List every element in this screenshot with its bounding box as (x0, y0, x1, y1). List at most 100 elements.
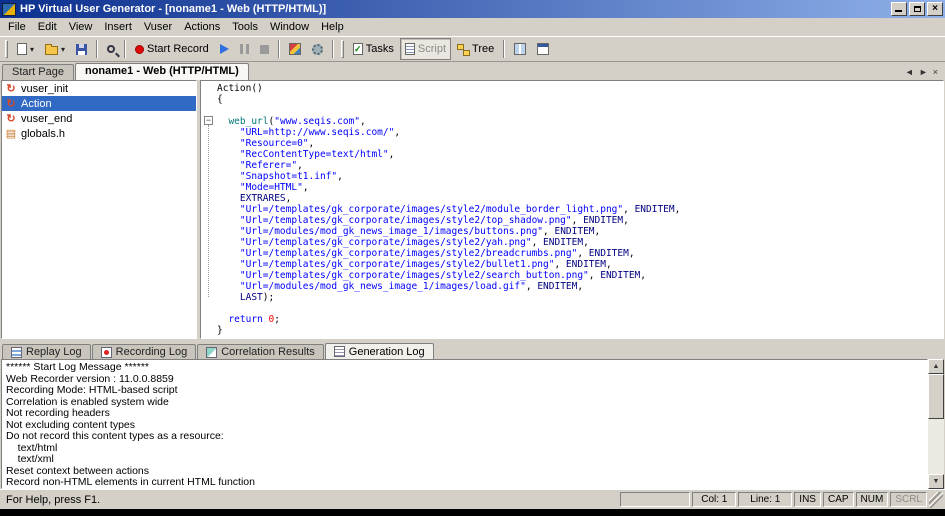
tab-start-page[interactable]: Start Page (2, 64, 74, 80)
code-line: "Url=/modules/mod_gk_news_image_1/images… (217, 281, 943, 292)
layout-icon (537, 43, 549, 55)
code-token: "Url=/templates/gk_corporate/images/styl… (240, 259, 555, 270)
window-layout-button[interactable] (532, 38, 554, 60)
sidebar-item-vuser-init[interactable]: vuser_init (2, 81, 196, 96)
fold-toggle[interactable]: − (204, 116, 213, 125)
save-button[interactable] (71, 38, 92, 60)
menu-insert[interactable]: Insert (98, 19, 138, 35)
tab-recording-log[interactable]: Recording Log (92, 344, 197, 359)
recording-options-button[interactable] (284, 38, 306, 60)
restore-button[interactable] (909, 2, 925, 16)
new-script-button[interactable]: ▾ (12, 38, 39, 60)
tasks-button[interactable]: ✓Tasks (348, 38, 399, 60)
vuser-section-icon (5, 83, 17, 95)
correlation-results-icon (206, 347, 217, 358)
code-token: ENDITEM (566, 259, 606, 270)
code-line: "Resource=0", (217, 138, 943, 149)
tab-noname1-web-http-html[interactable]: noname1 - Web (HTTP/HTML) (75, 63, 249, 80)
menu-view[interactable]: View (63, 19, 99, 35)
tab-navigation: ◄ ► × (900, 67, 943, 80)
scroll-up-icon[interactable]: ▲ (928, 359, 944, 374)
search-icon (107, 45, 115, 53)
code-token: web_url (228, 116, 268, 127)
stop-button[interactable] (255, 38, 274, 60)
menu-tools[interactable]: Tools (226, 19, 264, 35)
tab-generation-log[interactable]: Generation Log (325, 343, 434, 359)
menu-vuser[interactable]: Vuser (138, 19, 178, 35)
status-col-1: Col: 1 (692, 492, 736, 507)
menu-file[interactable]: File (2, 19, 32, 35)
close-button[interactable] (927, 2, 943, 16)
minimize-button[interactable] (891, 2, 907, 16)
tab-correlation-results[interactable]: Correlation Results (197, 344, 324, 359)
tasks-label: Tasks (366, 43, 394, 55)
code-line: LAST); (217, 292, 943, 303)
log-tab-label: Generation Log (349, 346, 425, 358)
code-token (217, 292, 240, 303)
code-token: return (228, 314, 262, 325)
restore-icon (914, 6, 921, 12)
thumbnails-icon (514, 43, 526, 55)
tab-close-icon[interactable]: × (933, 67, 938, 77)
status-line-1: Line: 1 (738, 492, 792, 507)
sidebar-item-globals-h[interactable]: globals.h (2, 126, 196, 141)
code-token: ); (263, 292, 274, 303)
code-area: Action(){ web_url("www.seqis.com", "URL=… (201, 81, 943, 336)
code-token: "Snapshot=t1.inf" (240, 171, 337, 182)
menu-help[interactable]: Help (315, 19, 350, 35)
code-token: ENDITEM (589, 248, 629, 259)
code-line: "Mode=HTML", (217, 182, 943, 193)
tree-view-button[interactable]: Tree (452, 38, 499, 60)
tab-scroll-left-icon[interactable]: ◄ (905, 67, 914, 77)
sidebar-item-action[interactable]: Action (2, 96, 196, 111)
run-vuser-button[interactable] (215, 38, 234, 60)
tab-scroll-right-icon[interactable]: ► (919, 67, 928, 77)
sidebar-item-vuser-end[interactable]: vuser_end (2, 111, 196, 126)
menu-window[interactable]: Window (264, 19, 315, 35)
tab-replay-log[interactable]: Replay Log (2, 344, 91, 359)
open-button[interactable]: ▾ (40, 38, 70, 60)
script-label: Script (418, 43, 446, 55)
menu-bar: FileEditViewInsertVuserActionsToolsWindo… (0, 18, 945, 36)
code-token (217, 259, 240, 270)
scrollbar-track[interactable] (928, 374, 944, 474)
thumbnail-view-button[interactable] (509, 38, 531, 60)
sidebar: vuser_init Actionvuser_endglobals.h (1, 80, 197, 339)
code-line: "RecContentType=text/html", (217, 149, 943, 160)
resize-grip[interactable] (929, 492, 943, 508)
log-scrollbar[interactable]: ▲ ▼ (928, 359, 944, 489)
sidebar-item-label: Action (21, 98, 52, 110)
menu-edit[interactable]: Edit (32, 19, 63, 35)
code-token: , (623, 215, 629, 226)
code-token: , (297, 160, 303, 171)
script-icon (405, 43, 415, 55)
chevron-down-icon: ▾ (61, 45, 65, 54)
runtime-settings-button[interactable] (307, 38, 328, 60)
code-token (217, 215, 240, 226)
code-editor[interactable]: − Action(){ web_url("www.seqis.com", "UR… (200, 80, 944, 339)
toolbar: ▾ ▾ Start Record ✓Tasks Script Tree (0, 36, 945, 62)
code-token: Action() (217, 83, 263, 94)
code-token: , (589, 270, 600, 281)
start-record-button[interactable]: Start Record (130, 38, 214, 60)
scroll-down-icon[interactable]: ▼ (928, 474, 944, 489)
code-token: "URL=http://www.seqis.com/" (240, 127, 394, 138)
code-line: "Url=/templates/gk_corporate/images/styl… (217, 204, 943, 215)
code-line: "Url=/templates/gk_corporate/images/styl… (217, 248, 943, 259)
pause-button[interactable] (235, 38, 254, 60)
sidebar-list: vuser_init Actionvuser_endglobals.h (2, 81, 196, 141)
script-view-button[interactable]: Script (400, 38, 451, 60)
scrollbar-thumb[interactable] (928, 374, 944, 419)
recording-log-icon (101, 347, 112, 358)
code-line: Action() (217, 83, 943, 94)
chevron-down-icon: ▾ (30, 45, 34, 54)
tree-label: Tree (472, 43, 494, 55)
toolbar-separator (332, 40, 334, 58)
toolbar-grip[interactable] (5, 40, 8, 58)
menu-actions[interactable]: Actions (178, 19, 226, 35)
code-token: "Url=/modules/mod_gk_news_image_1/images… (240, 281, 526, 292)
toolbar-grip[interactable] (341, 40, 344, 58)
find-button[interactable] (102, 38, 120, 60)
open-folder-icon (45, 46, 58, 55)
sidebar-item-label: vuser_init (21, 83, 68, 95)
